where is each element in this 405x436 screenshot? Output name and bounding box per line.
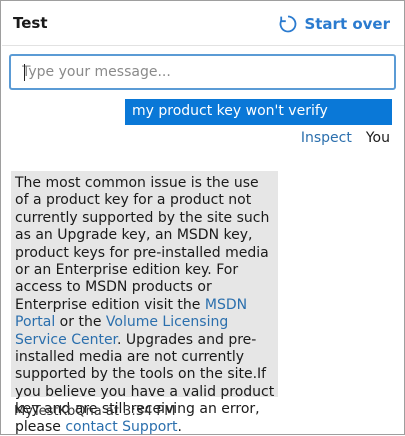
bot-message-text-2: or the [55, 314, 106, 331]
refresh-icon [278, 14, 298, 34]
user-message-meta: Inspect You [301, 130, 390, 146]
sender-label: You [365, 130, 390, 146]
text-caret [24, 64, 25, 81]
bot-message-text-4: . [177, 418, 182, 435]
inspect-link[interactable]: Inspect [301, 130, 352, 146]
message-input-box[interactable] [9, 54, 396, 90]
bot-message-bubble: The most common issue is the use of a pr… [11, 171, 278, 435]
bot-message-text-1: The most common issue is the use of a pr… [15, 175, 270, 313]
chat-window: Test Start over my product key won't ver… [0, 0, 405, 435]
bot-message-meta: MyTestKbQna at 3:34 PM [14, 404, 176, 419]
user-message-bubble: my product key won't verify [125, 99, 392, 125]
start-over-label: Start over [304, 15, 390, 33]
contact-support-link[interactable]: contact Support [65, 419, 177, 435]
message-input[interactable] [15, 59, 391, 85]
start-over-button[interactable]: Start over [278, 14, 390, 34]
chat-title: Test [13, 14, 48, 32]
chat-header: Test Start over [2, 2, 404, 46]
